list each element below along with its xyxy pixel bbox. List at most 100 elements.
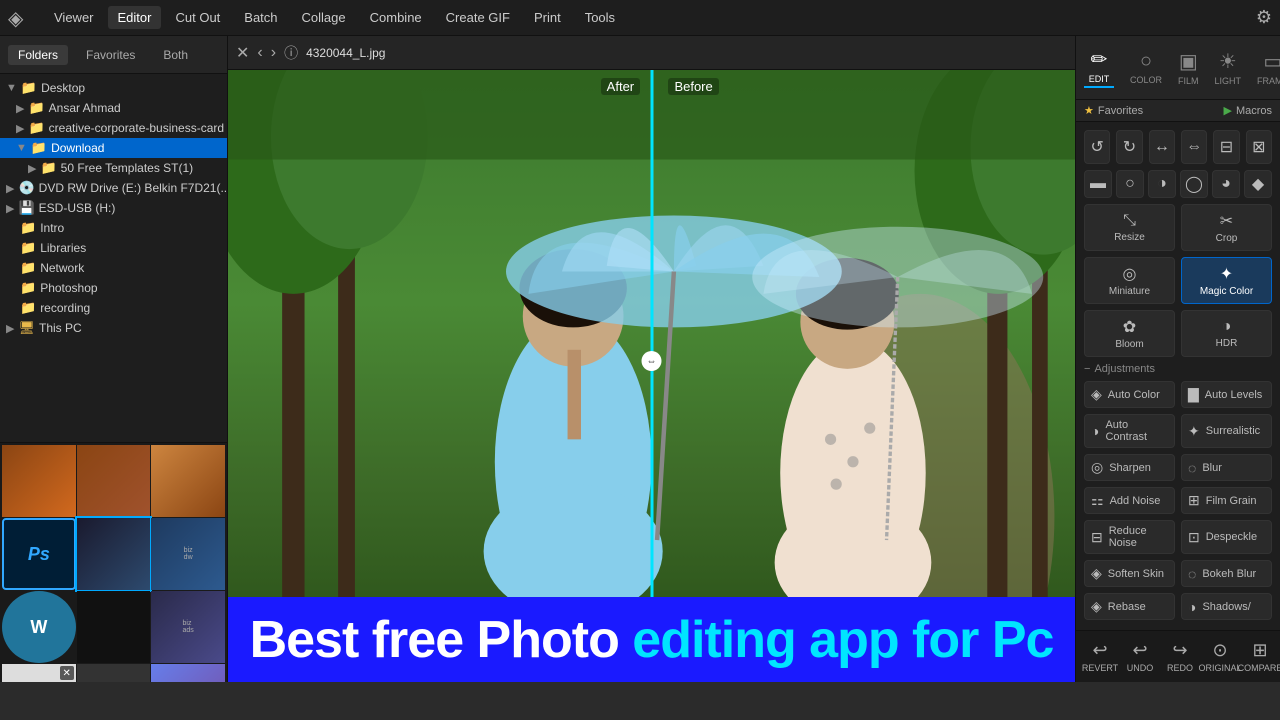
tab-both[interactable]: Both bbox=[153, 45, 198, 65]
bloom-btn[interactable]: ✿ Bloom bbox=[1084, 310, 1175, 357]
menu-item-collage[interactable]: Collage bbox=[292, 6, 356, 29]
favorites-btn[interactable]: ★ Favorites bbox=[1084, 104, 1143, 117]
bottom-banner: Best free Photo editing app for Pc bbox=[228, 597, 1075, 682]
revert-btn[interactable]: ↩ REVERT bbox=[1080, 636, 1120, 677]
compare-line[interactable]: ⇔ bbox=[650, 70, 653, 652]
soften-skin-btn[interactable]: ◈ Soften Skin bbox=[1084, 560, 1175, 587]
prev-image-btn[interactable]: ‹ bbox=[257, 44, 262, 62]
thumbnail-item[interactable] bbox=[77, 445, 151, 517]
folder-tab-bar: Folders Favorites Both bbox=[0, 36, 227, 74]
flip-btn[interactable]: ↔ bbox=[1149, 130, 1175, 164]
canvas-area[interactable]: After Before ⇔ bbox=[228, 70, 1075, 652]
despeckle-btn[interactable]: ⊡ Despeckle bbox=[1181, 520, 1272, 554]
tab-favorites[interactable]: Favorites bbox=[76, 45, 145, 65]
menu-item-print[interactable]: Print bbox=[524, 6, 571, 29]
tree-item-download[interactable]: ▼ 📁 Download bbox=[0, 138, 227, 158]
bokeh-blur-btn[interactable]: ◌ Bokeh Blur bbox=[1181, 560, 1272, 587]
tree-item-recording[interactable]: 📁 recording bbox=[0, 298, 227, 318]
tree-item-network[interactable]: 📁 Network bbox=[0, 258, 227, 278]
thumbnail-item[interactable]: Ps bbox=[2, 518, 76, 590]
tab-folders[interactable]: Folders bbox=[8, 45, 68, 65]
tree-item-photoshop[interactable]: 📁 Photoshop bbox=[0, 278, 227, 298]
soften-skin-icon: ◈ bbox=[1091, 565, 1102, 582]
close-image-btn[interactable]: ✕ bbox=[236, 43, 249, 63]
rebase-btn[interactable]: ◈ Rebase bbox=[1084, 593, 1175, 620]
thumbnail-item[interactable] bbox=[2, 445, 76, 517]
undo-btn[interactable]: ↩ UNDO bbox=[1120, 636, 1160, 677]
shape-diamond-btn[interactable]: ◆ bbox=[1244, 170, 1272, 198]
tree-item-ansar[interactable]: ▶ 📁 Ansar Ahmad bbox=[0, 98, 227, 118]
hdr-btn[interactable]: ◑ HDR bbox=[1181, 310, 1272, 357]
auto-levels-btn[interactable]: ▇ Auto Levels bbox=[1181, 381, 1272, 408]
tree-item-creative[interactable]: ▶ 📁 creative-corporate-business-card bbox=[0, 118, 227, 138]
miniature-btn[interactable]: ◎ Miniature bbox=[1084, 257, 1175, 304]
menu-item-tools[interactable]: Tools bbox=[575, 6, 625, 29]
menu-item-batch[interactable]: Batch bbox=[234, 6, 287, 29]
rotate-right-icon: ↻ bbox=[1123, 137, 1136, 157]
surrealistic-btn[interactable]: ✦ Surrealistic bbox=[1181, 414, 1272, 448]
file-tree: ▼ 📁 Desktop ▶ 📁 Ansar Ahmad ▶ 📁 creative… bbox=[0, 74, 227, 442]
crop-btn[interactable]: ✂ Crop bbox=[1181, 204, 1272, 251]
settings-icon[interactable]: ⚙ bbox=[1256, 7, 1272, 28]
add-noise-btn[interactable]: ⚏ Add Noise bbox=[1084, 487, 1175, 514]
auto-color-btn[interactable]: ◈ Auto Color bbox=[1084, 381, 1175, 408]
thumbnail-item[interactable]: biz bbox=[151, 664, 225, 682]
thumbnail-item[interactable] bbox=[77, 518, 151, 590]
menu-item-combine[interactable]: Combine bbox=[360, 6, 432, 29]
menu-item-creategif[interactable]: Create GIF bbox=[436, 6, 520, 29]
shape-ring-btn[interactable]: ◯ bbox=[1180, 170, 1208, 198]
auto-contrast-btn[interactable]: ◑ Auto Contrast bbox=[1084, 414, 1175, 448]
shape-drop-btn[interactable]: ◕ bbox=[1212, 170, 1240, 198]
right-tab-frame[interactable]: ▭ FRAME bbox=[1249, 45, 1280, 90]
next-image-btn[interactable]: › bbox=[271, 44, 276, 62]
tree-item-thispc[interactable]: ▶ 🖥 This PC bbox=[0, 318, 227, 338]
thumb-close-btn[interactable]: ✕ bbox=[60, 666, 74, 680]
thumbnail-item[interactable] bbox=[77, 591, 151, 663]
shape-rect-btn[interactable]: ▬ bbox=[1084, 170, 1112, 198]
shape-circle-btn[interactable]: ○ bbox=[1116, 170, 1144, 198]
thumbnail-item[interactable]: bizdw bbox=[151, 518, 225, 590]
thumbnail-item[interactable]: W bbox=[2, 591, 76, 663]
film-grain-icon: ⊞ bbox=[1188, 492, 1200, 509]
tree-item-dvd[interactable]: ▶ 💿 DVD RW Drive (E:) Belkin F7D21(... bbox=[0, 178, 227, 198]
rotate-right-btn[interactable]: ↻ bbox=[1116, 130, 1142, 164]
reduce-noise-btn[interactable]: ⊟ Reduce Noise bbox=[1084, 520, 1175, 554]
perspective-btn[interactable]: ⊠ bbox=[1246, 130, 1272, 164]
tree-item-intro[interactable]: 📁 Intro bbox=[0, 218, 227, 238]
sharpen-btn[interactable]: ◎ Sharpen bbox=[1084, 454, 1175, 481]
shadows-btn[interactable]: ◑ Shadows/ bbox=[1181, 593, 1272, 620]
menu-item-cutout[interactable]: Cut Out bbox=[165, 6, 230, 29]
app-logo: ◈ bbox=[8, 6, 32, 30]
menu-item-editor[interactable]: Editor bbox=[108, 6, 162, 29]
grid-btn[interactable]: ⊟ bbox=[1213, 130, 1239, 164]
tree-item-libraries[interactable]: 📁 Libraries bbox=[0, 238, 227, 258]
thumbnail-item[interactable] bbox=[151, 445, 225, 517]
blur-btn[interactable]: ◌ Blur bbox=[1181, 454, 1272, 481]
right-tab-color[interactable]: ○ COLOR bbox=[1122, 46, 1170, 89]
tree-item-50free[interactable]: ▶ 📁 50 Free Templates ST(1) bbox=[0, 158, 227, 178]
resize-btn[interactable]: ⤡ Resize bbox=[1084, 204, 1175, 251]
compare-handle[interactable]: ⇔ bbox=[642, 351, 662, 371]
film-grain-btn[interactable]: ⊞ Film Grain bbox=[1181, 487, 1272, 514]
info-btn[interactable]: ⓘ bbox=[284, 43, 298, 63]
right-tab-edit[interactable]: ✏ EDIT bbox=[1076, 43, 1122, 92]
thumbnail-item[interactable]: ✕ bbox=[2, 664, 76, 682]
tree-item-esd[interactable]: ▶ 💾 ESD-USB (H:) bbox=[0, 198, 227, 218]
collapse-icon[interactable]: − bbox=[1084, 363, 1090, 375]
macros-btn[interactable]: ▶ Macros bbox=[1223, 104, 1272, 117]
tree-item-desktop[interactable]: ▼ 📁 Desktop bbox=[0, 78, 227, 98]
undo-icon: ↩ bbox=[1132, 640, 1147, 661]
left-sidebar: Folders Favorites Both ▼ 📁 Desktop ▶ 📁 A… bbox=[0, 36, 228, 682]
right-tab-light[interactable]: ☀ LIGHT bbox=[1207, 45, 1250, 90]
thumbnail-item[interactable]: bizads bbox=[151, 591, 225, 663]
shape-half-btn[interactable]: ◑ bbox=[1148, 170, 1176, 198]
compare-btn[interactable]: ⊞ COMPARE bbox=[1240, 636, 1280, 677]
redo-btn[interactable]: ↪ REDO bbox=[1160, 636, 1200, 677]
rotate-left-btn[interactable]: ↺ bbox=[1084, 130, 1110, 164]
mirror-btn[interactable]: ⇔ bbox=[1181, 130, 1207, 164]
magic-color-btn[interactable]: ✦ Magic Color bbox=[1181, 257, 1272, 304]
menu-item-viewer[interactable]: Viewer bbox=[44, 6, 104, 29]
right-tab-film[interactable]: ▣ FILM bbox=[1170, 45, 1207, 90]
thumbnail-item[interactable]: 🖌 bbox=[77, 664, 151, 682]
original-btn[interactable]: ⊙ ORIGINAL bbox=[1200, 636, 1240, 677]
